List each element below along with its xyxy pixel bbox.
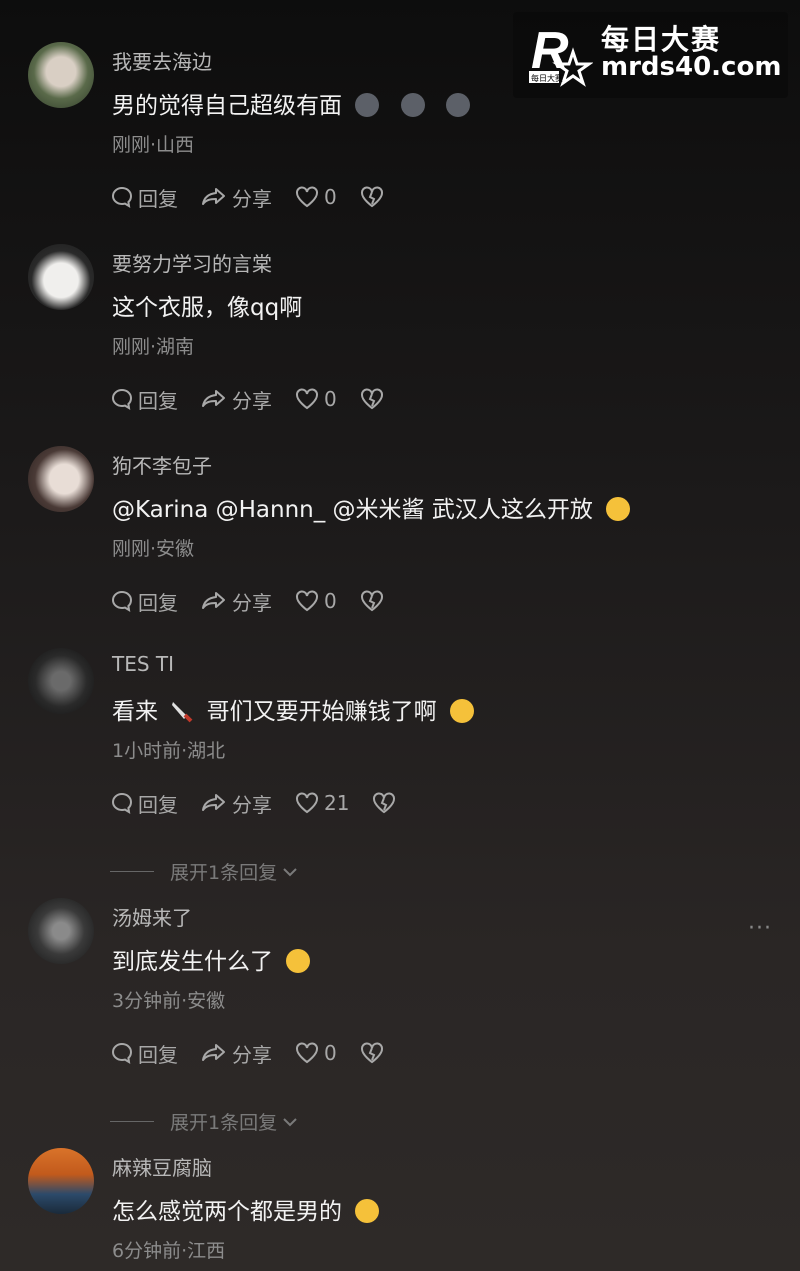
broken-heart-icon (360, 1042, 383, 1064)
expand-replies-button[interactable]: 展开1条回复 (110, 1108, 299, 1135)
dislike-button[interactable] (359, 589, 389, 613)
heart-icon (296, 1042, 318, 1064)
comment-meta: 刚刚·湖南 (112, 336, 195, 358)
comment-username[interactable]: 汤姆来了 (112, 902, 192, 931)
reply-button[interactable]: 回复 (110, 587, 178, 616)
neutral-face-icon (400, 93, 425, 117)
comment-username[interactable]: 麻辣豆腐脑 (112, 1152, 212, 1181)
share-button[interactable]: 分享 (200, 587, 272, 616)
reply-button[interactable]: 回复 (110, 183, 178, 212)
comment-text: 这个衣服，像qq啊 (112, 295, 303, 321)
dislike-button[interactable] (359, 387, 389, 411)
comment-username[interactable]: TES TI (112, 652, 174, 676)
comment-actions: 回复 分享 0 (110, 586, 411, 616)
comment-meta: 刚刚·安徽 (112, 538, 195, 560)
rofl-face-icon (606, 497, 631, 521)
comment-text: 看来 哥们又要开始赚钱了啊 (112, 692, 474, 726)
divider (110, 871, 154, 872)
comment-text: 到底发生什么了 (112, 942, 311, 976)
avatar[interactable] (28, 1148, 94, 1214)
watermark: R 每日大赛 每日大赛 mrds40.com (513, 12, 788, 98)
share-button[interactable]: 分享 (200, 385, 272, 414)
share-arrow-icon (202, 1044, 225, 1061)
like-button[interactable]: 21 (294, 791, 349, 815)
comment-meta: 3分钟前·安徽 (112, 990, 226, 1012)
reply-button[interactable]: 回复 (110, 789, 178, 818)
comment-text: 怎么感觉两个都是男的 (112, 1192, 380, 1226)
like-button[interactable]: 0 (294, 185, 337, 209)
like-button[interactable]: 0 (294, 1041, 337, 1065)
avatar[interactable] (28, 244, 94, 310)
dislike-button[interactable] (359, 185, 389, 209)
share-button[interactable]: 分享 (200, 1039, 272, 1068)
grinning-sweat-icon (449, 699, 474, 723)
chevron-down-icon (283, 1117, 297, 1126)
comment-actions: 回复 分享 21 (110, 788, 423, 818)
yum-face-icon (286, 949, 311, 973)
avatar[interactable] (28, 898, 94, 964)
crying-face-icon (355, 1199, 380, 1223)
comment-username[interactable]: 要努力学习的言棠 (112, 248, 272, 277)
watermark-url: mrds40.com (601, 52, 782, 82)
divider (110, 1121, 154, 1122)
avatar[interactable] (28, 648, 94, 714)
svg-text:每日大赛: 每日大赛 (531, 73, 563, 83)
comment-meta: 1小时前·湖北 (112, 740, 226, 762)
broken-heart-icon (360, 388, 383, 410)
comment-username[interactable]: 我要去海边 (112, 46, 212, 75)
neutral-face-icon (355, 93, 380, 117)
heart-icon (296, 388, 318, 410)
share-button[interactable]: 分享 (200, 183, 272, 212)
heart-icon (296, 792, 318, 814)
heart-icon (296, 186, 318, 208)
share-button[interactable]: 分享 (200, 789, 272, 818)
like-button[interactable]: 0 (294, 387, 337, 411)
dislike-button[interactable] (371, 791, 401, 815)
share-arrow-icon (202, 794, 225, 811)
comment-text: @Karina @Hannn_ @米米酱 武汉人这么开放 (112, 490, 631, 524)
chat-bubble-icon (112, 590, 133, 612)
dislike-button[interactable] (359, 1041, 389, 1065)
heart-icon (296, 590, 318, 612)
broken-heart-icon (360, 590, 383, 612)
comment-meta: 刚刚·山西 (112, 134, 195, 156)
avatar[interactable] (28, 446, 94, 512)
expand-replies-button[interactable]: 展开1条回复 (110, 858, 299, 885)
more-options-button[interactable]: ··· (748, 916, 772, 941)
knife-icon (172, 702, 193, 723)
share-arrow-icon (202, 188, 225, 205)
comment-actions: 回复 分享 0 (110, 1038, 411, 1068)
chevron-down-icon (283, 867, 297, 876)
comment-meta: 6分钟前·江西 (112, 1240, 226, 1262)
avatar[interactable] (28, 42, 94, 108)
comment-username[interactable]: 狗不李包子 (112, 450, 212, 479)
share-arrow-icon (202, 592, 225, 609)
chat-bubble-icon (112, 792, 133, 814)
reply-button[interactable]: 回复 (110, 1039, 178, 1068)
neutral-face-icon (445, 93, 470, 117)
reply-button[interactable]: 回复 (110, 385, 178, 414)
broken-heart-icon (373, 792, 396, 814)
logo-icon: R 每日大赛 (529, 22, 593, 87)
chat-bubble-icon (112, 1042, 133, 1064)
comment-actions: 回复 分享 0 (110, 182, 411, 212)
chat-bubble-icon (112, 186, 133, 208)
comment-text: 男的觉得自己超级有面 (112, 86, 470, 120)
broken-heart-icon (360, 186, 383, 208)
share-arrow-icon (202, 390, 225, 407)
like-button[interactable]: 0 (294, 589, 337, 613)
chat-bubble-icon (112, 388, 133, 410)
comment-actions: 回复 分享 0 (110, 384, 411, 414)
